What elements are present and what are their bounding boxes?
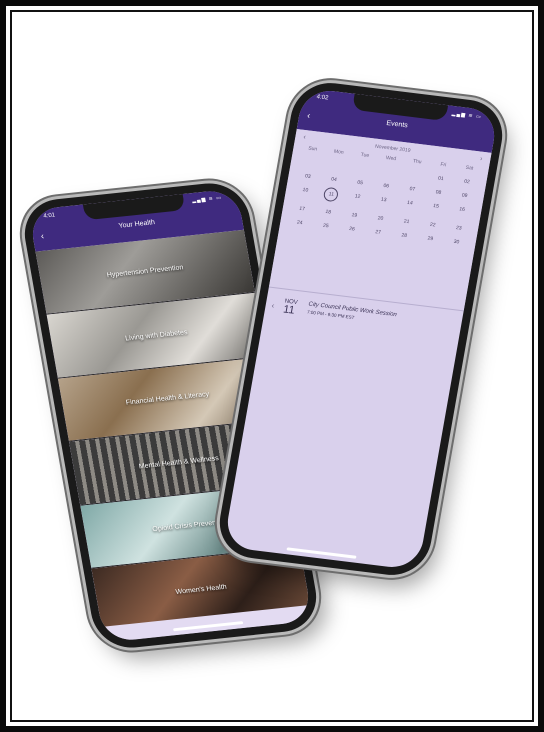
- weekday-label: Thu: [412, 158, 422, 166]
- calendar-day[interactable]: 08: [425, 188, 452, 197]
- calendar-day[interactable]: 04: [320, 175, 347, 184]
- calendar-day-selected[interactable]: 11: [323, 186, 340, 203]
- calendar-day[interactable]: 05: [346, 178, 373, 187]
- calendar-day: [297, 158, 324, 167]
- calendar-day[interactable]: 29: [417, 234, 444, 243]
- calendar-day[interactable]: 30: [443, 238, 470, 247]
- calendar-day[interactable]: 28: [391, 231, 418, 240]
- calendar-day[interactable]: 12: [343, 192, 371, 206]
- calendar-day[interactable]: 25: [312, 222, 339, 231]
- calendar-day[interactable]: 06: [373, 182, 400, 191]
- status-icons: ▂▄▆ ≋ ▭: [191, 194, 223, 205]
- calendar-day[interactable]: 10: [291, 186, 319, 200]
- calendar-day[interactable]: 09: [451, 191, 478, 200]
- status-time: 4:02: [316, 94, 329, 102]
- calendar: ‹ November 2019 › Sun Mon Tue Wed Thu Fri Sat 0…: [268, 128, 492, 311]
- event-day: 11: [282, 303, 296, 317]
- calendar-day[interactable]: 01: [427, 174, 454, 183]
- calendar-day[interactable]: 02: [453, 177, 480, 186]
- calendar-day[interactable]: 24: [286, 218, 313, 227]
- calendar-day[interactable]: 26: [338, 225, 365, 234]
- status-time: 4:01: [43, 212, 56, 220]
- calendar-day[interactable]: 21: [393, 217, 420, 226]
- calendar-day: [401, 171, 428, 180]
- weekday-label: Wed: [385, 155, 397, 163]
- weekday-label: Mon: [333, 148, 345, 156]
- calendar-day: [375, 168, 402, 177]
- calendar-day[interactable]: 23: [445, 224, 472, 233]
- calendar-day[interactable]: 17: [288, 205, 315, 214]
- calendar-day[interactable]: 16: [448, 205, 476, 219]
- weekday-label: Fri: [439, 161, 447, 169]
- calendar-day[interactable]: 18: [315, 208, 342, 217]
- weekday-label: Tue: [360, 151, 370, 159]
- weekday-label: Sun: [307, 145, 318, 153]
- calendar-day[interactable]: 27: [364, 228, 391, 237]
- calendar-day[interactable]: 07: [399, 185, 426, 194]
- calendar-day[interactable]: 20: [367, 214, 394, 223]
- calendar-day[interactable]: 13: [369, 195, 397, 209]
- calendar-day: [349, 165, 376, 174]
- calendar-day: [323, 161, 350, 170]
- calendar-day[interactable]: 14: [395, 199, 423, 213]
- event-date: NOV 11: [282, 299, 307, 317]
- status-icons: ▂▄▆ ≋ ▭: [451, 110, 483, 121]
- calendar-day[interactable]: 19: [341, 211, 368, 220]
- home-indicator[interactable]: [286, 547, 357, 559]
- calendar-day[interactable]: 03: [294, 172, 321, 181]
- weekday-label: Sat: [465, 164, 474, 172]
- calendar-day[interactable]: 22: [419, 221, 446, 230]
- chevron-left-icon[interactable]: ‹: [271, 301, 275, 310]
- calendar-day[interactable]: 15: [422, 202, 450, 216]
